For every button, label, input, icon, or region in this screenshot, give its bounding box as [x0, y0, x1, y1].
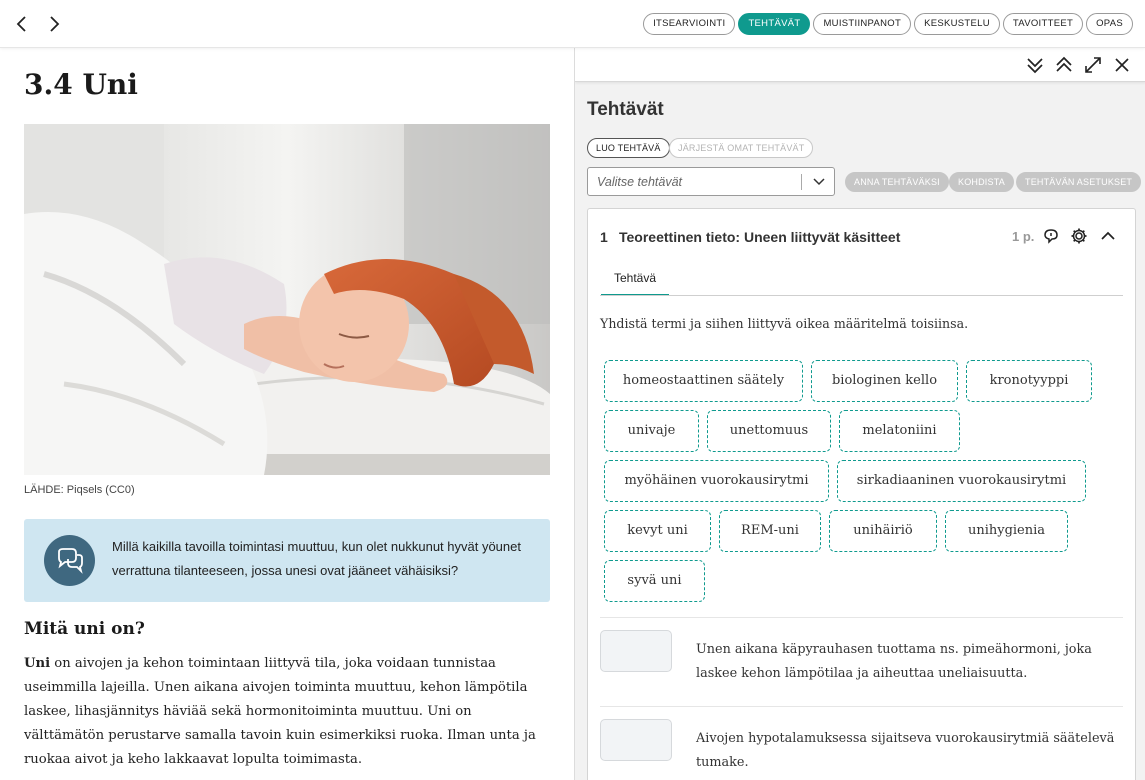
hint-button[interactable]	[1042, 227, 1060, 245]
chevron-right-icon	[50, 16, 60, 32]
definition-text: Unen aikana käpyrauhasen tuottama ns. pi…	[696, 642, 1092, 681]
assign-task-button[interactable]: ANNA TEHTÄVÄKSI	[845, 172, 949, 192]
target-button[interactable]: KOHDISTA	[949, 172, 1014, 192]
top-bar: ITSEARVIOINTI TEHTÄVÄT MUISTIINPANOT KES…	[0, 0, 1145, 48]
task-instruction: Yhdistä termi ja siihen liittyvä oikea m…	[600, 316, 969, 331]
term-chip[interactable]: homeostaattinen säätely	[604, 360, 803, 402]
term-chip[interactable]: unihäiriö	[829, 510, 937, 552]
create-task-button[interactable]: LUO TEHTÄVÄ	[587, 138, 670, 158]
task-card: 1 Teoreettinen tieto: Uneen liittyvät kä…	[587, 208, 1136, 780]
order-tasks-button[interactable]: JÄRJESTÄ OMAT TEHTÄVÄT	[669, 138, 814, 158]
double-chevron-up-icon	[1056, 56, 1072, 72]
task-select[interactable]: Valitse tehtävät	[587, 167, 835, 196]
gear-icon	[1071, 228, 1087, 244]
term-chip[interactable]: unettomuus	[707, 410, 831, 452]
back-button[interactable]	[12, 14, 32, 34]
body-paragraph-text: on aivojen ja kehon toimintaan liittyvä …	[24, 656, 536, 767]
tab-guide[interactable]: OPAS	[1086, 13, 1133, 35]
tab-task[interactable]: Tehtävä	[601, 270, 669, 296]
task-number: 1	[600, 229, 608, 245]
task-settings-button[interactable]: TEHTÄVÄN ASETUKSET	[1016, 172, 1142, 192]
term-chip[interactable]: syvä uni	[604, 560, 705, 602]
tab-tasks[interactable]: TEHTÄVÄT	[738, 13, 811, 35]
task-points: 1 p.	[1012, 229, 1035, 244]
tasks-panel: Tehtävät LUO TEHTÄVÄ JÄRJESTÄ OMAT TEHTÄ…	[574, 48, 1145, 780]
term-drop-zone[interactable]	[600, 719, 672, 761]
expand-all-button[interactable]	[1054, 55, 1074, 75]
body-bold-term: Uni	[24, 656, 51, 671]
row-divider	[600, 706, 1123, 707]
term-chip[interactable]: biologinen kello	[811, 360, 958, 402]
tab-goals[interactable]: TAVOITTEET	[1002, 13, 1084, 35]
task-select-placeholder: Valitse tehtävät	[597, 175, 683, 189]
definition-text: Aivojen hypotalamuksessa sijaitseva vuor…	[696, 731, 1115, 770]
fullscreen-button[interactable]	[1083, 55, 1103, 75]
forward-button[interactable]	[44, 14, 64, 34]
select-divider	[801, 174, 802, 190]
term-chip[interactable]: melatoniini	[839, 410, 960, 452]
image-caption: LÄHDE: Piqsels (CC0)	[24, 484, 135, 496]
article-content: 3.4 Uni LÄHDE: Piqsels (CC0) Millä kaiki…	[0, 48, 574, 780]
section-heading: Mitä uni on?	[24, 619, 145, 639]
term-chip[interactable]: myöhäinen vuorokausirytmi	[604, 460, 829, 502]
page-title: 3.4 Uni	[24, 68, 138, 101]
discussion-icon	[44, 535, 95, 586]
panel-heading: Tehtävät	[587, 99, 664, 120]
tab-notes[interactable]: MUISTIINPANOT	[813, 13, 912, 35]
callout-text: Millä kaikilla tavoilla toimintasi muutt…	[112, 539, 521, 578]
top-tabs: ITSEARVIOINTI TEHTÄVÄT MUISTIINPANOT KES…	[643, 13, 1133, 35]
chevron-up-icon	[1101, 231, 1115, 240]
sleeping-child-photo	[24, 124, 550, 475]
term-chip[interactable]: REM-uni	[719, 510, 821, 552]
reflection-callout: Millä kaikilla tavoilla toimintasi muutt…	[24, 519, 550, 602]
task-settings-gear[interactable]	[1070, 227, 1088, 245]
speech-bubbles-icon	[1044, 229, 1058, 244]
expand-icon	[1085, 57, 1101, 73]
term-chip[interactable]: kevyt uni	[604, 510, 711, 552]
close-icon	[1115, 58, 1129, 72]
close-panel-button[interactable]	[1112, 55, 1132, 75]
collapse-task-button[interactable]	[1099, 227, 1117, 245]
tab-divider	[600, 295, 1123, 296]
row-divider	[600, 617, 1123, 618]
panel-toolbar	[575, 48, 1145, 82]
body-paragraph: Uni on aivojen ja kehon toimintaan liitt…	[24, 652, 554, 772]
term-chip[interactable]: unihygienia	[945, 510, 1068, 552]
term-chip[interactable]: sirkadiaaninen vuorokausirytmi	[837, 460, 1086, 502]
term-chip[interactable]: kronotyyppi	[966, 360, 1092, 402]
term-drop-zone[interactable]	[600, 630, 672, 672]
double-chevron-down-icon	[1027, 58, 1043, 74]
term-chip[interactable]: univaje	[604, 410, 699, 452]
task-title: Teoreettinen tieto: Uneen liittyvät käsi…	[619, 229, 901, 245]
chevron-left-icon	[16, 16, 26, 32]
chevron-down-icon	[813, 178, 825, 186]
tab-discussion[interactable]: KESKUSTELU	[914, 13, 1000, 35]
collapse-all-button[interactable]	[1025, 55, 1045, 75]
tab-self-assessment[interactable]: ITSEARVIOINTI	[643, 13, 736, 35]
